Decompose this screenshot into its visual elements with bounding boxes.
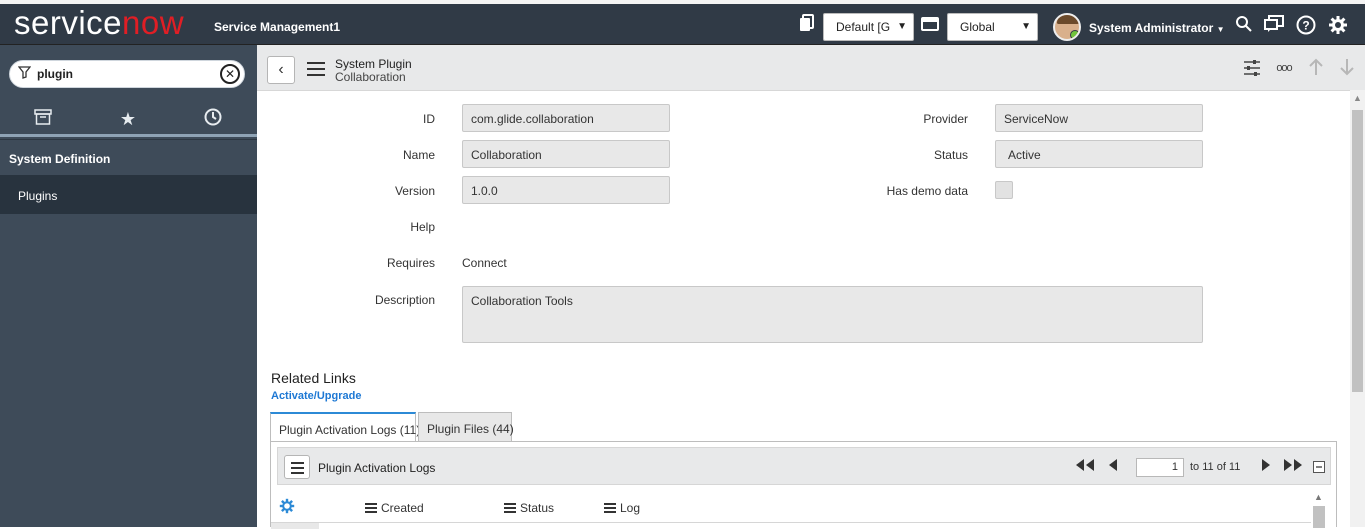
form-title: System Plugin — [335, 57, 412, 71]
provider-label: Provider — [923, 112, 968, 126]
nav-section-system-definition[interactable]: System Definition — [0, 139, 257, 175]
chat-icon[interactable] — [1263, 15, 1285, 39]
status-label: Status — [933, 148, 968, 162]
application-navigator: plugin ✕ ★ System Definition Plugins — [0, 45, 257, 527]
requires-value: Connect — [462, 256, 507, 270]
activate-upgrade-link[interactable]: Activate/Upgrade — [271, 390, 361, 402]
page-number-input[interactable]: 1 — [1136, 458, 1184, 477]
form-context-menu-icon[interactable] — [307, 62, 325, 76]
requires-label: Requires — [386, 256, 435, 270]
id-label: ID — [423, 112, 435, 126]
scope-select[interactable]: Global ▼ — [947, 13, 1038, 41]
form-area: ‹ System Plugin Collaboration ooo ID com… — [257, 45, 1365, 529]
page-scrollbar[interactable]: ▲ — [1350, 90, 1365, 527]
column-header-status[interactable]: Status — [504, 501, 554, 515]
next-page-icon[interactable] — [1260, 458, 1272, 476]
servicenow-logo[interactable]: servicenow — [14, 6, 184, 39]
tab-plugin-activation-logs[interactable]: Plugin Activation Logs (11) — [270, 412, 420, 442]
update-set-icon[interactable] — [797, 14, 817, 38]
first-page-icon[interactable] — [1074, 458, 1096, 476]
version-label: Version — [394, 184, 435, 198]
list-title: Plugin Activation Logs — [318, 461, 436, 475]
filter-text: plugin — [37, 67, 73, 81]
instance-name: Service Management1 — [214, 20, 341, 34]
last-page-icon[interactable] — [1282, 458, 1304, 476]
avatar[interactable] — [1053, 13, 1081, 41]
list-toolbar: Plugin Activation Logs 1 to 11 of 11 — [277, 447, 1331, 485]
svg-text:?: ? — [1302, 19, 1309, 33]
related-links-title: Related Links — [271, 370, 356, 386]
nav-item-plugins[interactable]: Plugins — [0, 175, 257, 214]
history-icon[interactable] — [198, 108, 228, 130]
all-apps-icon[interactable] — [28, 108, 58, 130]
related-list: Plugin Activation Logs 1 to 11 of 11 Cre… — [270, 441, 1337, 529]
back-button[interactable]: ‹ — [267, 56, 295, 84]
previous-page-icon[interactable] — [1107, 458, 1119, 476]
clear-filter-icon[interactable]: ✕ — [220, 64, 240, 84]
navigator-filter-input[interactable]: plugin ✕ — [9, 60, 245, 88]
next-record-icon[interactable] — [1337, 58, 1357, 82]
header-divider — [271, 522, 1311, 523]
form-subtitle: Collaboration — [335, 70, 406, 84]
help-label: Help — [410, 220, 435, 234]
collapse-list-icon[interactable] — [1313, 461, 1325, 477]
more-options-icon[interactable]: ooo — [1273, 58, 1295, 78]
list-scrollbar[interactable]: ▲ — [1311, 492, 1327, 528]
tab-plugin-files[interactable]: Plugin Files (44) — [418, 412, 514, 441]
description-field[interactable]: Collaboration Tools — [462, 286, 1203, 343]
version-field[interactable]: 1.0.0 — [462, 176, 670, 204]
column-header-created[interactable]: Created — [365, 501, 424, 515]
table-row[interactable] — [271, 523, 319, 529]
has-demo-data-label: Has demo data — [886, 184, 968, 198]
provider-field[interactable]: ServiceNow — [995, 104, 1203, 132]
personalize-form-icon[interactable] — [1241, 58, 1263, 84]
update-set-select[interactable]: Default [G ▼ — [823, 13, 914, 41]
column-header-log[interactable]: Log — [604, 501, 640, 515]
online-status-dot — [1070, 30, 1079, 39]
application-icon[interactable] — [920, 16, 940, 38]
help-icon[interactable]: ? — [1295, 15, 1317, 41]
page-count-text: to 11 of 11 — [1190, 461, 1241, 473]
favorites-icon[interactable]: ★ — [113, 108, 143, 130]
list-context-menu-button[interactable] — [284, 455, 310, 479]
search-icon[interactable] — [1233, 15, 1253, 38]
personalize-list-gear-icon[interactable] — [279, 498, 295, 519]
has-demo-data-checkbox[interactable] — [995, 181, 1013, 199]
navigator-tabs: ★ — [0, 101, 257, 137]
filter-icon — [17, 66, 32, 82]
previous-record-icon[interactable] — [1306, 58, 1326, 82]
description-label: Description — [374, 293, 435, 307]
name-label: Name — [402, 148, 435, 162]
gear-icon[interactable] — [1327, 15, 1349, 41]
id-field[interactable]: com.glide.collaboration — [462, 104, 670, 132]
form-header: ‹ System Plugin Collaboration ooo — [257, 45, 1365, 91]
status-field[interactable]: Active — [995, 140, 1203, 168]
top-header: servicenow Service Management1 Default [… — [0, 4, 1365, 45]
name-field[interactable]: Collaboration — [462, 140, 670, 168]
user-menu[interactable]: System Administrator ▼ — [1089, 21, 1225, 35]
